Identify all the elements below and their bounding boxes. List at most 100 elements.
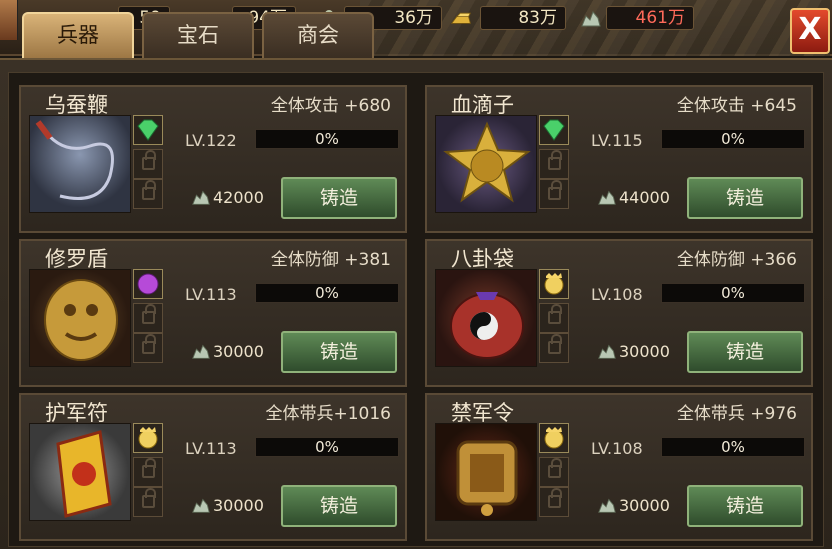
green-gem-icon[interactable] — [133, 115, 163, 145]
item-card: 禁军令 全体带兵 +976 LV.108 0% 30000 铸造 — [425, 393, 813, 541]
resource-silver: 461万 — [606, 6, 694, 30]
item-grid: 乌蚕鞭 全体攻击 +680 LV.122 0% 42000 铸造 血滴子 全体攻… — [8, 72, 824, 547]
forge-button[interactable]: 铸造 — [281, 485, 397, 527]
forge-cost: 30000 — [213, 342, 264, 361]
item-level: LV.108 — [591, 439, 643, 458]
flying-guillotine-image — [435, 115, 537, 213]
whip-image — [29, 115, 131, 213]
progress-text: 0% — [315, 438, 339, 456]
silver-ore-icon — [581, 11, 601, 27]
forge-button[interactable]: 铸造 — [687, 177, 803, 219]
locked-slot — [539, 149, 569, 179]
item-level: LV.122 — [185, 131, 237, 150]
forge-button[interactable]: 铸造 — [281, 177, 397, 219]
lock-icon — [548, 150, 562, 170]
locked-slot — [133, 149, 163, 179]
resource-value: 83万 — [518, 8, 557, 28]
forge-cost: 30000 — [619, 496, 670, 515]
progress-text: 0% — [315, 284, 339, 302]
imperial-token-image — [435, 423, 537, 521]
lock-icon — [142, 488, 156, 508]
bagua-bag-image — [435, 269, 537, 367]
silver-ore-icon — [192, 190, 210, 205]
forge-panel: 乌蚕鞭 全体攻击 +680 LV.122 0% 42000 铸造 血滴子 全体攻… — [0, 58, 832, 549]
forge-label: 铸造 — [725, 341, 764, 363]
locked-slot — [133, 303, 163, 333]
gold-gem-icon[interactable] — [539, 423, 569, 453]
close-button[interactable]: X — [790, 8, 830, 54]
lock-icon — [548, 304, 562, 324]
progress-text: 0% — [315, 130, 339, 148]
tab-gems[interactable]: 宝石 — [142, 12, 254, 58]
progress-text: 0% — [721, 130, 745, 148]
tab-weapons[interactable]: 兵器 — [22, 12, 134, 60]
locked-slot — [539, 333, 569, 363]
item-level: LV.108 — [591, 285, 643, 304]
forge-label: 铸造 — [725, 187, 764, 209]
tab-market[interactable]: 商会 — [262, 12, 374, 58]
locked-slot — [133, 179, 163, 209]
locked-slot — [133, 487, 163, 517]
purple-gem-icon[interactable] — [133, 269, 163, 299]
item-card: 乌蚕鞭 全体攻击 +680 LV.122 0% 42000 铸造 — [19, 85, 407, 233]
item-stat: 全体带兵+1016 — [265, 404, 391, 424]
gold-gem-icon[interactable] — [539, 269, 569, 299]
forge-button[interactable]: 铸造 — [687, 485, 803, 527]
progress-text: 0% — [721, 284, 745, 302]
progress-bar: 0% — [661, 437, 805, 457]
lock-icon — [142, 304, 156, 324]
forge-button[interactable]: 铸造 — [281, 331, 397, 373]
green-gem-icon[interactable] — [539, 115, 569, 145]
item-level: LV.115 — [591, 131, 643, 150]
lock-icon — [548, 488, 562, 508]
progress-bar: 0% — [255, 129, 399, 149]
avatar[interactable] — [0, 0, 18, 40]
close-icon: X — [798, 12, 822, 47]
shield-image — [29, 269, 131, 367]
lock-icon — [142, 180, 156, 200]
forge-label: 铸造 — [319, 495, 358, 517]
locked-slot — [539, 487, 569, 517]
lock-icon — [548, 180, 562, 200]
tab-label: 宝石 — [177, 23, 219, 47]
item-card: 护军符 全体带兵+1016 LV.113 0% 30000 铸造 — [19, 393, 407, 541]
locked-slot — [133, 333, 163, 363]
progress-text: 0% — [721, 438, 745, 456]
resource-value: 461万 — [635, 8, 685, 28]
forge-label: 铸造 — [319, 341, 358, 363]
item-stat: 全体防御 +381 — [270, 250, 391, 270]
progress-bar: 0% — [255, 283, 399, 303]
forge-label: 铸造 — [319, 187, 358, 209]
forge-cost: 44000 — [619, 188, 670, 207]
silver-ore-icon — [192, 498, 210, 513]
gold-gem-icon[interactable] — [133, 423, 163, 453]
lock-icon — [548, 334, 562, 354]
item-card: 修罗盾 全体防御 +381 LV.113 0% 30000 铸造 — [19, 239, 407, 387]
item-stat: 全体防御 +366 — [676, 250, 797, 270]
silver-ore-icon — [598, 190, 616, 205]
locked-slot — [133, 457, 163, 487]
locked-slot — [539, 303, 569, 333]
tab-label: 商会 — [297, 23, 339, 47]
resource-value: 36万 — [394, 8, 433, 28]
lock-icon — [548, 458, 562, 478]
item-stat: 全体攻击 +680 — [270, 96, 391, 116]
resource-gold: 83万 — [480, 6, 566, 30]
forge-button[interactable]: 铸造 — [687, 331, 803, 373]
item-level: LV.113 — [185, 439, 237, 458]
forge-cost: 42000 — [213, 188, 264, 207]
forge-cost: 30000 — [619, 342, 670, 361]
gold-bar-icon — [450, 12, 471, 24]
progress-bar: 0% — [661, 129, 805, 149]
forge-cost: 30000 — [213, 496, 264, 515]
progress-bar: 0% — [255, 437, 399, 457]
lock-icon — [142, 150, 156, 170]
locked-slot — [539, 179, 569, 209]
locked-slot — [539, 457, 569, 487]
silver-ore-icon — [192, 344, 210, 359]
item-level: LV.113 — [185, 285, 237, 304]
progress-bar: 0% — [661, 283, 805, 303]
item-card: 八卦袋 全体防御 +366 LV.108 0% 30000 铸造 — [425, 239, 813, 387]
talisman-image — [29, 423, 131, 521]
item-stat: 全体攻击 +645 — [676, 96, 797, 116]
